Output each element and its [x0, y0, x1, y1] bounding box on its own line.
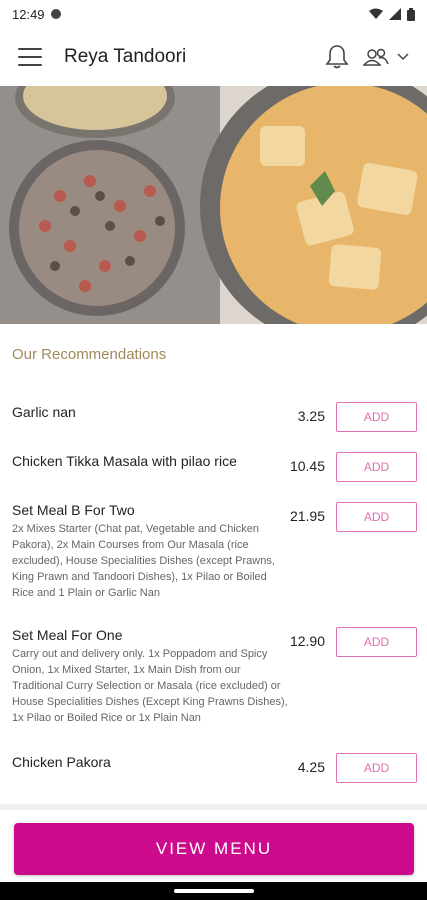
divider	[0, 804, 427, 810]
add-button[interactable]: ADD	[336, 452, 417, 482]
battery-icon	[407, 7, 415, 21]
item-price: 10.45	[289, 458, 325, 474]
view-menu-button[interactable]: VIEW MENU	[14, 823, 414, 875]
add-button[interactable]: ADD	[336, 502, 417, 532]
list-item: Chicken Pakora 4.25 ADD	[0, 739, 427, 789]
item-description: 2x Mixes Starter (Chat pat, Vegetable an…	[12, 523, 275, 599]
list-item: Chicken Tikka Masala with pilao rice 10.…	[0, 438, 427, 488]
app-bar: Reya Tandoori	[0, 28, 427, 86]
item-description: Carry out and delivery only. 1x Poppadom…	[12, 648, 288, 724]
status-bar: 12:49	[0, 0, 427, 28]
list-item: Set Meal B For Two 2x Mixes Starter (Cha…	[0, 488, 427, 613]
signal-icon	[389, 8, 401, 20]
status-time: 12:49	[12, 6, 45, 22]
notification-icon	[50, 9, 61, 19]
item-price: 4.25	[297, 759, 325, 775]
status-icons	[369, 7, 415, 21]
account-switcher[interactable]	[363, 48, 409, 66]
recommendations-list: Garlic nan 3.25 ADD Chicken Tikka Masala…	[0, 388, 427, 789]
hero-food-image	[0, 86, 427, 324]
item-price: 12.90	[289, 633, 325, 649]
menu-icon[interactable]	[18, 48, 42, 66]
item-price: 21.95	[289, 508, 325, 524]
list-item: Garlic nan 3.25 ADD	[0, 388, 427, 438]
users-icon	[363, 48, 389, 66]
add-button[interactable]: ADD	[336, 627, 417, 657]
item-price: 3.25	[297, 408, 325, 424]
bell-icon[interactable]	[325, 44, 349, 70]
section-title: Our Recommendations	[12, 346, 167, 363]
list-item: Set Meal For One Carry out and delivery …	[0, 613, 427, 739]
add-button[interactable]: ADD	[336, 402, 417, 432]
app-title: Reya Tandoori	[64, 46, 187, 67]
add-button[interactable]: ADD	[336, 753, 417, 783]
chevron-down-icon	[397, 53, 409, 61]
wifi-icon	[369, 8, 383, 19]
home-handle[interactable]	[174, 889, 254, 893]
app-bar-actions	[325, 44, 409, 70]
